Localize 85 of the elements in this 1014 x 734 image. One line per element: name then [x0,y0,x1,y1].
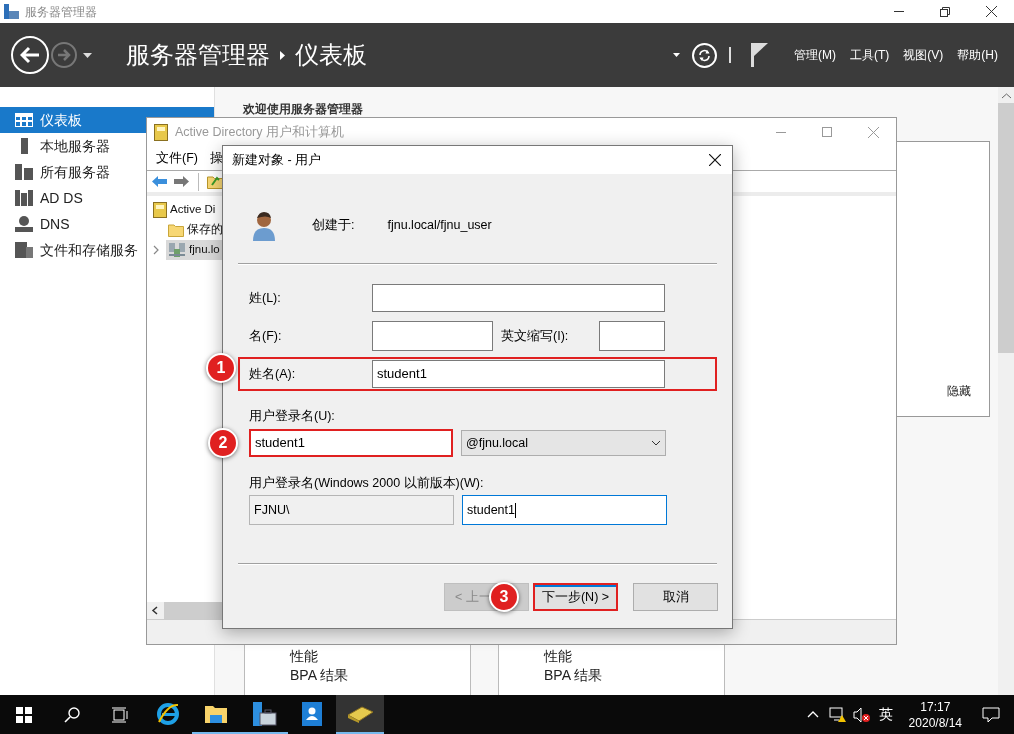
chevron-up-icon[interactable] [806,711,819,718]
field-label: 名(F): [249,327,283,345]
forward-button[interactable] [51,42,77,68]
last-name-field[interactable] [372,284,665,312]
dialog-button[interactable]: 取消 [633,583,718,611]
dialog-button[interactable]: 下一步(N) > [533,583,618,611]
field-label: 英文缩写(I): [501,327,570,345]
domain-prefix-field: FJNU\ [249,495,454,525]
menu-item[interactable]: 操 [209,148,223,168]
towers-icon [15,190,33,206]
text-cursor [514,502,516,518]
caret-icon[interactable] [673,53,680,57]
tree-item[interactable]: Active Di [151,200,220,220]
globe-server-icon [15,216,33,232]
hide-link[interactable]: 隐藏 [947,382,971,400]
book-icon [154,123,168,141]
folder-icon [204,703,228,724]
menu-item[interactable]: 工具(T) [850,46,890,64]
caret-icon[interactable] [83,52,92,58]
notification-icon[interactable] [982,706,1000,723]
window-title: 服务器管理器 [25,3,97,21]
tree-item[interactable]: fjnu.lo [166,240,224,260]
search-icon [64,706,80,723]
back-arrow-icon [20,46,40,64]
first-name-field[interactable] [372,321,493,351]
close-icon [709,154,721,166]
menu-item[interactable]: 帮助(H) [957,46,998,64]
grid-icon [15,113,33,127]
clock[interactable]: 17:17 2020/8/14 [908,698,962,731]
chevron-down-icon [651,440,661,446]
taskbar-app[interactable] [336,695,384,734]
scrollbar-thumb[interactable] [164,602,224,619]
created-in-label: 创建于: [312,216,355,234]
menu-item[interactable]: 管理(M) [794,46,836,64]
contact-card-icon [301,701,323,726]
minimize-icon [894,11,904,12]
ime-indicator[interactable]: 英 [878,704,893,725]
user-icon [251,209,277,241]
welcome-heading: 欢迎使用服务器管理器 [243,103,364,116]
logon-name-field[interactable]: student1 [249,429,453,457]
flag-icon[interactable] [751,43,769,67]
close-icon [985,6,997,17]
menu-item[interactable]: 文件(F) [156,148,198,168]
task-view-icon [111,706,129,723]
servers-icon [15,164,33,180]
book-stack-icon [346,704,374,723]
expand-icon[interactable] [152,245,160,255]
menu-item[interactable]: 视图(V) [903,46,944,64]
refresh-icon [698,48,711,62]
restore-icon [940,6,950,17]
full-name-field[interactable]: student1 [372,360,665,388]
app-icon [4,4,19,19]
breadcrumb-item[interactable]: 仪表板 [295,37,367,73]
created-in-path: fjnu.local/fjnu_user [387,216,492,234]
minimize-icon [776,131,786,133]
domain-dropdown[interactable]: @fjnu.local [461,430,666,456]
server-toolbox-icon [251,700,277,727]
pre2000-logon-field[interactable]: student1 [462,495,667,525]
back-button[interactable] [11,36,49,74]
muted-speaker-icon[interactable] [852,706,871,723]
field-label: 用户登录名(Windows 2000 以前版本)(W): [249,475,485,492]
breadcrumb-item[interactable]: 服务器管理器 [126,37,270,73]
refresh-button[interactable] [692,42,717,68]
field-label: 用户登录名(U): [249,408,336,425]
field-label: 姓名(A): [249,365,297,383]
initials-field[interactable] [599,321,665,351]
book-icon [153,202,167,218]
breadcrumb-arrow-icon [280,50,285,60]
network-icon [168,242,186,258]
folder-up-icon[interactable] [207,174,223,189]
step-badge: 1 [206,353,236,383]
folder-icon [168,223,184,237]
close-icon [867,126,879,138]
windows-logo-icon [16,706,32,723]
maximize-icon [822,127,832,137]
forward-arrow-icon[interactable] [173,175,190,188]
forward-arrow-icon [57,49,71,61]
browser-icon [156,701,180,726]
step-badge: 2 [208,428,238,458]
scrollbar[interactable] [998,87,1014,695]
field-label: 姓(L): [249,289,282,307]
network-warning-icon[interactable] [828,706,847,723]
dialog-title: 新建对象 - 用户 [232,151,322,169]
chevron-up-icon [1001,93,1011,99]
back-arrow-icon[interactable] [151,175,168,188]
